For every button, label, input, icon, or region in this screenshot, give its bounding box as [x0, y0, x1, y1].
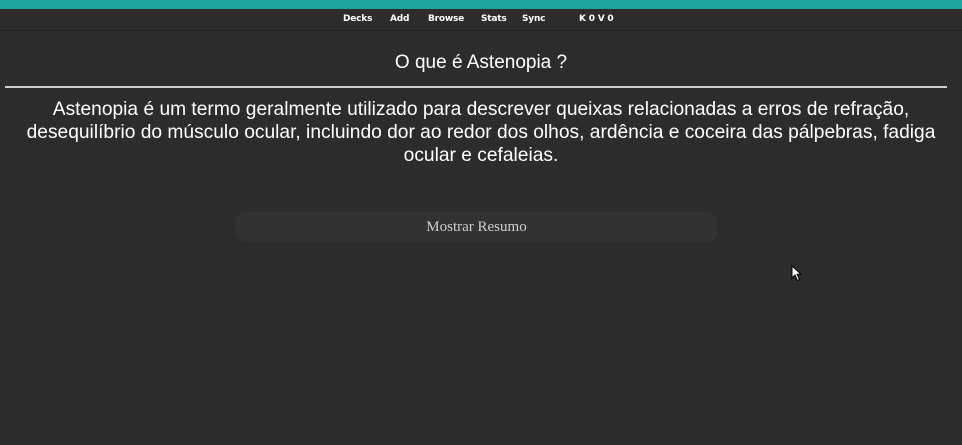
toolbar-link-sync[interactable]: Sync — [522, 14, 545, 24]
top-toolbar: Decks Add Browse Stats Sync K 0 V 0 — [0, 9, 962, 31]
question-answer-divider — [5, 86, 947, 88]
toolbar-link-browse[interactable]: Browse — [428, 14, 464, 24]
toolbar-counts: K 0 V 0 — [579, 14, 614, 24]
mouse-pointer-icon — [791, 265, 803, 282]
toolbar-link-decks[interactable]: Decks — [343, 14, 372, 24]
top-accent-bar — [0, 0, 962, 9]
card-question: O que é Astenopia ? — [394, 52, 568, 73]
toolbar-link-add[interactable]: Add — [390, 14, 409, 24]
show-summary-button[interactable]: Mostrar Resumo — [235, 212, 718, 242]
toolbar-link-stats[interactable]: Stats — [481, 14, 507, 24]
card-answer: Astenopia é um termo geralmente utilizad… — [26, 99, 936, 166]
